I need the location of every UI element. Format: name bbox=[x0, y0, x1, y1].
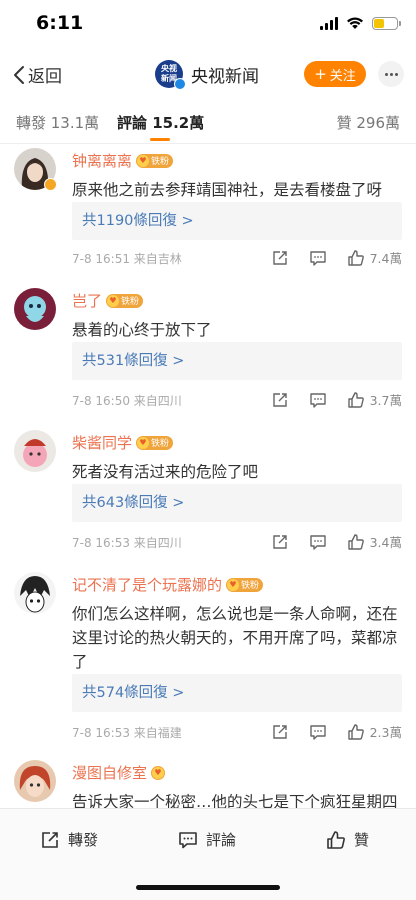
comment-time-location: 7-8 16:53 来自四川 bbox=[72, 536, 182, 550]
comment-icon[interactable] bbox=[309, 723, 327, 741]
tab-indicator bbox=[150, 138, 170, 141]
chevron-left-icon bbox=[14, 65, 24, 84]
replies-link[interactable]: 共1190條回復 > bbox=[72, 202, 402, 240]
repost-label: 轉發 bbox=[68, 831, 99, 849]
comment-meta: 7-8 16:50 来自四川 3.7萬 bbox=[72, 390, 402, 410]
fan-badge: ♥ 铁粉 bbox=[136, 153, 174, 168]
replies-link[interactable]: 共574條回復 > bbox=[72, 674, 402, 712]
fan-badge: ♥ bbox=[151, 765, 166, 780]
thumbs-up-icon bbox=[347, 391, 364, 408]
thumbs-up-icon bbox=[347, 533, 364, 550]
like-button[interactable]: 2.3萬 bbox=[347, 722, 402, 741]
comment-icon[interactable] bbox=[309, 391, 327, 409]
comment-text: 原来他之前去参拜靖国神社，是去看楼盘了呀 bbox=[72, 181, 383, 199]
like-button[interactable]: 7.4萬 bbox=[347, 248, 402, 267]
account-name: 央视新闻 bbox=[191, 66, 259, 87]
comment-text: 悬着的心终于放下了 bbox=[72, 321, 212, 339]
avatar[interactable] bbox=[14, 572, 56, 614]
bottom-toolbar: 轉發 評論 贊 bbox=[0, 808, 416, 900]
home-indicator bbox=[136, 885, 280, 890]
comment-text: 死者没有活过来的危险了吧 bbox=[72, 463, 259, 481]
repost-button[interactable]: 轉發 bbox=[40, 829, 98, 850]
like-count: 3.4萬 bbox=[369, 535, 402, 550]
fan-badge: ♥ 铁粉 bbox=[106, 293, 144, 308]
comment-time-location: 7-8 16:50 来自四川 bbox=[72, 394, 182, 408]
heart-icon: ♥ bbox=[227, 578, 240, 591]
account-header[interactable]: 央视新闻 央视新闻 bbox=[155, 60, 259, 90]
username[interactable]: 钟离离离 bbox=[72, 150, 132, 171]
battery-icon bbox=[372, 16, 401, 30]
back-button[interactable]: 返回 bbox=[12, 62, 62, 87]
status-bar: 6:11 bbox=[0, 0, 416, 48]
like-button[interactable]: 3.4萬 bbox=[347, 532, 402, 551]
comment-icon[interactable] bbox=[309, 533, 327, 551]
like-count: 3.7萬 bbox=[369, 393, 402, 408]
comment-label: 評論 bbox=[206, 831, 237, 849]
avatar[interactable] bbox=[14, 288, 56, 330]
comment-meta: 7-8 16:53 来自福建 2.3萬 bbox=[72, 722, 402, 742]
heart-icon: ♥ bbox=[107, 294, 120, 307]
nav-bar: 返回 央视新闻 央视新闻 + 关注 bbox=[0, 48, 416, 100]
username[interactable]: 岂了 bbox=[72, 290, 102, 311]
like-count: 7.4萬 bbox=[369, 251, 402, 266]
more-button[interactable] bbox=[378, 61, 404, 87]
fan-badge-label: 铁粉 bbox=[151, 439, 170, 449]
status-icons bbox=[320, 16, 401, 30]
tab-repost[interactable]: 轉發 13.1萬 bbox=[16, 112, 99, 133]
username[interactable]: 柴酱同学 bbox=[72, 432, 132, 453]
fan-badge: ♥ 铁粉 bbox=[226, 577, 264, 592]
wifi-icon bbox=[347, 17, 363, 29]
heart-icon: ♥ bbox=[137, 154, 150, 167]
follow-button[interactable]: + 关注 bbox=[304, 61, 366, 87]
fan-badge: ♥ 铁粉 bbox=[136, 435, 174, 450]
tab-bar: 轉發 13.1萬 評論 15.2萬 贊 296萬 bbox=[0, 100, 416, 144]
comment-text: 你们怎么这样啊，怎么说也是一条人命啊，还在这里讨论的热火朝天的，不用开席了吗，菜… bbox=[72, 605, 398, 671]
avatar[interactable] bbox=[14, 760, 56, 802]
share-icon[interactable] bbox=[271, 533, 289, 551]
thumbs-up-icon bbox=[347, 723, 364, 740]
tab-like[interactable]: 贊 296萬 bbox=[337, 112, 400, 133]
replies-link[interactable]: 共643條回復 > bbox=[72, 484, 402, 522]
fan-badge-label: 铁粉 bbox=[241, 581, 260, 591]
signal-icon bbox=[320, 16, 338, 30]
like-label: 贊 bbox=[354, 831, 370, 849]
comment-icon bbox=[179, 831, 197, 848]
like-button[interactable]: 3.7萬 bbox=[347, 390, 402, 409]
account-avatar: 央视新闻 bbox=[155, 60, 186, 90]
plus-icon: + bbox=[314, 64, 327, 83]
share-icon bbox=[42, 831, 58, 848]
username[interactable]: 记不清了是个玩露娜的 bbox=[72, 574, 222, 595]
comment-time-location: 7-8 16:53 来自福建 bbox=[72, 726, 182, 740]
replies-link[interactable]: 共531條回復 > bbox=[72, 342, 402, 380]
heart-icon: ♥ bbox=[137, 436, 150, 449]
fan-badge-label: 铁粉 bbox=[121, 297, 140, 307]
verified-icon bbox=[44, 178, 57, 191]
username[interactable]: 漫图自修室 bbox=[72, 762, 147, 783]
comment-icon[interactable] bbox=[309, 249, 327, 267]
comment-meta: 7-8 16:51 来自吉林 7.4萬 bbox=[72, 248, 402, 268]
share-icon[interactable] bbox=[271, 391, 289, 409]
like-button[interactable]: 贊 bbox=[326, 829, 369, 850]
thumbs-up-icon bbox=[347, 249, 364, 266]
follow-label: 关注 bbox=[329, 68, 356, 84]
comment-time-location: 7-8 16:51 来自吉林 bbox=[72, 252, 182, 266]
verified-icon bbox=[174, 78, 186, 90]
tab-comment[interactable]: 評論 15.2萬 bbox=[117, 112, 204, 133]
fan-badge-label: 铁粉 bbox=[151, 157, 170, 167]
heart-icon: ♥ bbox=[152, 766, 165, 779]
like-count: 2.3萬 bbox=[369, 725, 402, 740]
comment-button[interactable]: 評論 bbox=[178, 829, 236, 850]
thumbs-up-icon bbox=[327, 830, 345, 849]
back-label: 返回 bbox=[28, 67, 62, 87]
more-dots-icon bbox=[384, 72, 388, 76]
avatar[interactable] bbox=[14, 430, 56, 472]
comment-meta: 7-8 16:53 来自四川 3.4萬 bbox=[72, 532, 402, 552]
share-icon[interactable] bbox=[271, 249, 289, 267]
status-time: 6:11 bbox=[36, 12, 84, 34]
share-icon[interactable] bbox=[271, 723, 289, 741]
